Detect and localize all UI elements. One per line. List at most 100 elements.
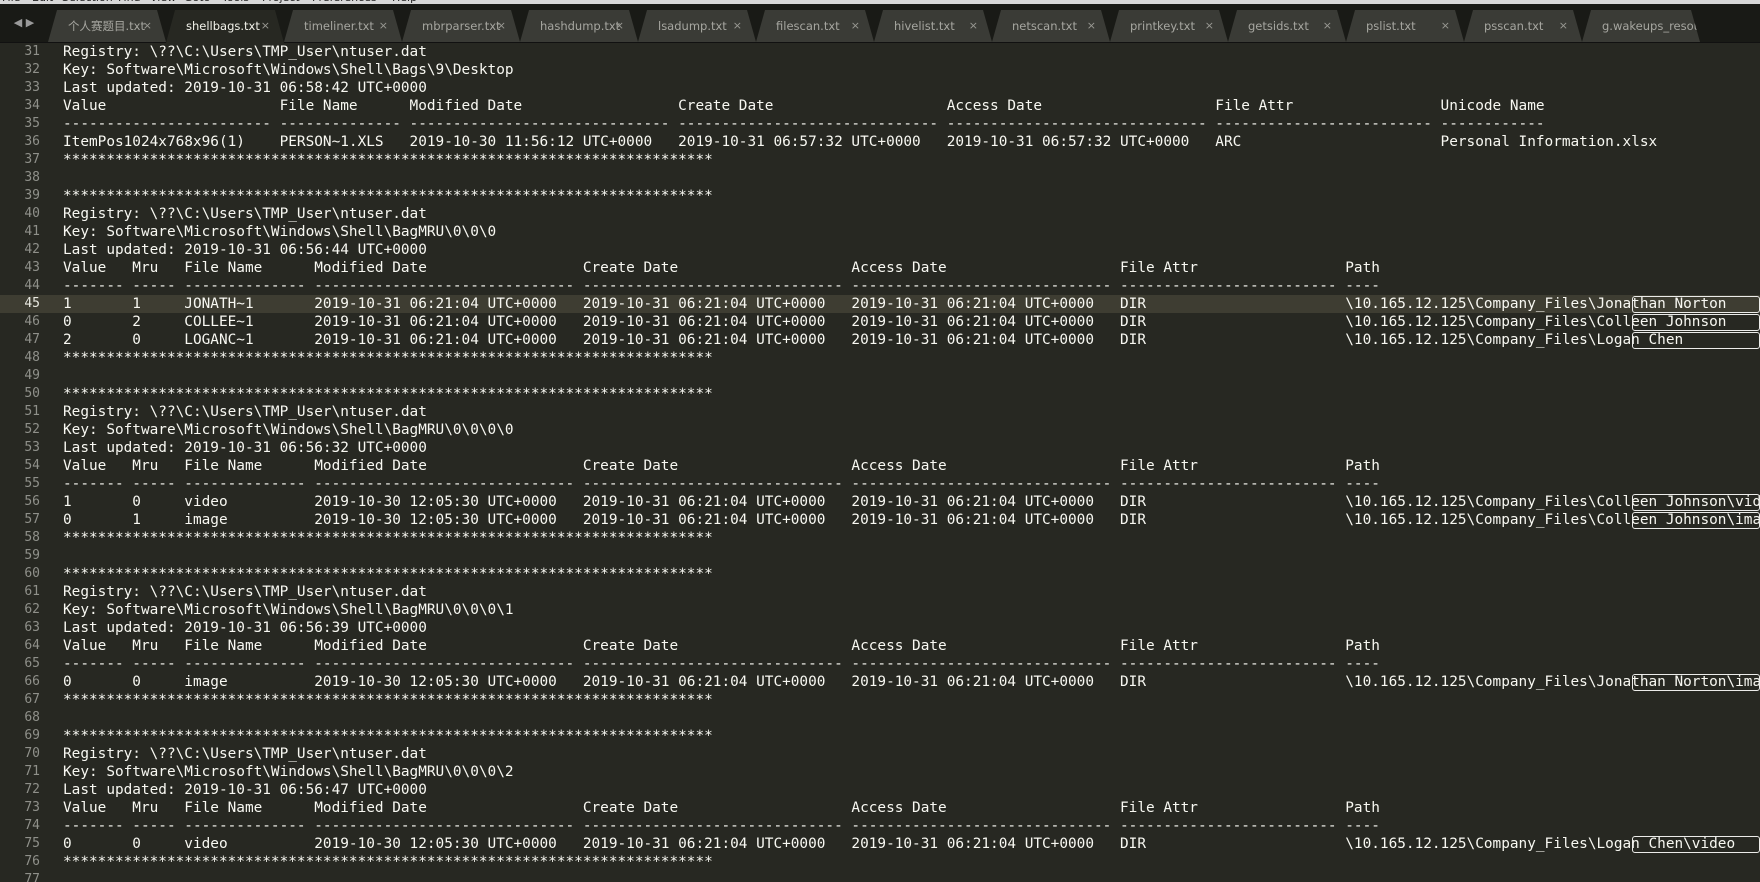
tab-close-icon[interactable]: ×: [733, 10, 742, 42]
tab-11[interactable]: pslist.txt ×: [1346, 10, 1464, 42]
tab-4[interactable]: hashdump.txt ×: [520, 10, 638, 42]
tab-nav-arrows[interactable]: ◀ ▶: [0, 4, 48, 42]
tab-close-icon[interactable]: ×: [615, 10, 624, 42]
line-text: 0 2 COLLEE~1 2019-10-31 06:21:04 UTC+000…: [63, 314, 1727, 330]
tab-6[interactable]: filescan.txt ×: [756, 10, 874, 42]
line-number: 67: [24, 692, 40, 707]
editor-line[interactable]: 77: [0, 871, 1760, 882]
text-editor[interactable]: 31 Registry: \??\C:\Users\TMP_User\ntuser…: [0, 43, 1760, 882]
tab-10[interactable]: getsids.txt ×: [1228, 10, 1346, 42]
editor-line[interactable]: 68: [0, 709, 1760, 727]
line-number: 74: [24, 818, 40, 833]
tab-close-icon[interactable]: ×: [261, 10, 270, 42]
editor-line[interactable]: 64 Value Mru File Name Modified Date Crea…: [0, 637, 1760, 655]
line-text: ------- ----- -------------- -----------…: [63, 656, 1380, 672]
tab-close-icon[interactable]: ×: [1323, 10, 1332, 42]
tab-0[interactable]: 个人赛题目.txt ×: [48, 10, 166, 42]
editor-line[interactable]: 57 0 1 image 2019-10-30 12:05:30 UTC+0000…: [0, 511, 1760, 529]
line-text: ****************************************…: [63, 386, 713, 402]
tab-close-icon[interactable]: ×: [1087, 10, 1096, 42]
tab-2[interactable]: timeliner.txt ×: [284, 10, 402, 42]
line-text: ****************************************…: [63, 188, 713, 204]
editor-line[interactable]: 72 Last updated: 2019-10-31 06:56:47 UTC+…: [0, 781, 1760, 799]
line-text: Last updated: 2019-10-31 06:56:47 UTC+00…: [63, 782, 427, 798]
editor-line[interactable]: 45 1 1 JONATH~1 2019-10-31 06:21:04 UTC+0…: [0, 295, 1760, 313]
line-text: Registry: \??\C:\Users\TMP_User\ntuser.d…: [63, 44, 427, 60]
tab-7[interactable]: hivelist.txt ×: [874, 10, 992, 42]
editor-line[interactable]: 39 **************************************…: [0, 187, 1760, 205]
tab-close-icon[interactable]: ×: [1205, 10, 1214, 42]
editor-line[interactable]: 63 Last updated: 2019-10-31 06:56:39 UTC+…: [0, 619, 1760, 637]
line-text: Key: Software\Microsoft\Windows\Shell\Ba…: [63, 224, 497, 240]
editor-line[interactable]: 41 Key: Software\Microsoft\Windows\Shell\…: [0, 223, 1760, 241]
line-number: 39: [24, 188, 40, 203]
tab-9[interactable]: printkey.txt ×: [1110, 10, 1228, 42]
line-text: 0 0 video 2019-10-30 12:05:30 UTC+0000 2…: [63, 836, 1736, 852]
editor-line[interactable]: 49: [0, 367, 1760, 385]
editor-line[interactable]: 54 Value Mru File Name Modified Date Crea…: [0, 457, 1760, 475]
tab-12[interactable]: psscan.txt ×: [1464, 10, 1582, 42]
tab-close-icon[interactable]: ×: [497, 10, 506, 42]
editor-line[interactable]: 67 **************************************…: [0, 691, 1760, 709]
line-number: 32: [24, 62, 40, 77]
tab-13[interactable]: g.wakeups_resource-2019-1: [1582, 10, 1700, 42]
editor-line[interactable]: 43 Value Mru File Name Modified Date Crea…: [0, 259, 1760, 277]
line-number: 58: [24, 530, 40, 545]
tab-3[interactable]: mbrparser.txt ×: [402, 10, 520, 42]
line-text: Value Mru File Name Modified Date Create…: [63, 638, 1380, 654]
tab-close-icon[interactable]: ×: [1559, 10, 1568, 42]
line-text: Last updated: 2019-10-31 06:58:42 UTC+00…: [63, 80, 427, 96]
tab-close-icon[interactable]: ×: [851, 10, 860, 42]
tab-8[interactable]: netscan.txt ×: [992, 10, 1110, 42]
editor-line[interactable]: 65 ------- ----- -------------- ---------…: [0, 655, 1760, 673]
tab-close-icon[interactable]: ×: [143, 10, 152, 42]
line-number: 56: [24, 494, 40, 509]
editor-line[interactable]: 35 ------------------------ -------------…: [0, 115, 1760, 133]
editor-line[interactable]: 50 **************************************…: [0, 385, 1760, 403]
editor-line[interactable]: 40 Registry: \??\C:\Users\TMP_User\ntuser…: [0, 205, 1760, 223]
editor-line[interactable]: 56 1 0 video 2019-10-30 12:05:30 UTC+0000…: [0, 493, 1760, 511]
line-number: 77: [24, 872, 40, 882]
editor-line[interactable]: 32 Key: Software\Microsoft\Windows\Shell\…: [0, 61, 1760, 79]
line-number: 40: [24, 206, 40, 221]
tab-5[interactable]: lsadump.txt ×: [638, 10, 756, 42]
tab-close-icon[interactable]: ×: [1441, 10, 1450, 42]
line-number: 72: [24, 782, 40, 797]
editor-line[interactable]: 51 Registry: \??\C:\Users\TMP_User\ntuser…: [0, 403, 1760, 421]
editor-line[interactable]: 60 **************************************…: [0, 565, 1760, 583]
editor-line[interactable]: 46 0 2 COLLEE~1 2019-10-31 06:21:04 UTC+0…: [0, 313, 1760, 331]
editor-line[interactable]: 70 Registry: \??\C:\Users\TMP_User\ntuser…: [0, 745, 1760, 763]
editor-line[interactable]: 74 ------- ----- -------------- ---------…: [0, 817, 1760, 835]
line-text: Key: Software\Microsoft\Windows\Shell\Ba…: [63, 764, 514, 780]
editor-line[interactable]: 75 0 0 video 2019-10-30 12:05:30 UTC+0000…: [0, 835, 1760, 853]
editor-line[interactable]: 58 **************************************…: [0, 529, 1760, 547]
line-number: 63: [24, 620, 40, 635]
editor-line[interactable]: 53 Last updated: 2019-10-31 06:56:32 UTC+…: [0, 439, 1760, 457]
editor-line[interactable]: 38: [0, 169, 1760, 187]
editor-line[interactable]: 76 **************************************…: [0, 853, 1760, 871]
editor-line[interactable]: 55 ------- ----- -------------- ---------…: [0, 475, 1760, 493]
editor-line[interactable]: 66 0 0 image 2019-10-30 12:05:30 UTC+0000…: [0, 673, 1760, 691]
line-number: 49: [24, 368, 40, 383]
editor-line[interactable]: 36 ItemPos1024x768x96(1) PERSON~1.XLS 201…: [0, 133, 1760, 151]
editor-line[interactable]: 71 Key: Software\Microsoft\Windows\Shell\…: [0, 763, 1760, 781]
editor-line[interactable]: 33 Last updated: 2019-10-31 06:58:42 UTC+…: [0, 79, 1760, 97]
line-number: 70: [24, 746, 40, 761]
editor-line[interactable]: 61 Registry: \??\C:\Users\TMP_User\ntuser…: [0, 583, 1760, 601]
tab-close-icon[interactable]: ×: [969, 10, 978, 42]
editor-line[interactable]: 59: [0, 547, 1760, 565]
editor-line[interactable]: 48 **************************************…: [0, 349, 1760, 367]
editor-line[interactable]: 44 ------- ----- -------------- ---------…: [0, 277, 1760, 295]
editor-line[interactable]: 31 Registry: \??\C:\Users\TMP_User\ntuser…: [0, 43, 1760, 61]
editor-line[interactable]: 73 Value Mru File Name Modified Date Crea…: [0, 799, 1760, 817]
editor-line[interactable]: 42 Last updated: 2019-10-31 06:56:44 UTC+…: [0, 241, 1760, 259]
editor-line[interactable]: 69 **************************************…: [0, 727, 1760, 745]
tab-label: timeliner.txt: [304, 19, 374, 33]
tab-1[interactable]: shellbags.txt ×: [166, 10, 284, 43]
editor-line[interactable]: 62 Key: Software\Microsoft\Windows\Shell\…: [0, 601, 1760, 619]
editor-line[interactable]: 47 2 0 LOGANC~1 2019-10-31 06:21:04 UTC+0…: [0, 331, 1760, 349]
editor-line[interactable]: 52 Key: Software\Microsoft\Windows\Shell\…: [0, 421, 1760, 439]
editor-line[interactable]: 34 Value File Name Modified Date Create D…: [0, 97, 1760, 115]
editor-line[interactable]: 37 **************************************…: [0, 151, 1760, 169]
tab-close-icon[interactable]: ×: [379, 10, 388, 42]
